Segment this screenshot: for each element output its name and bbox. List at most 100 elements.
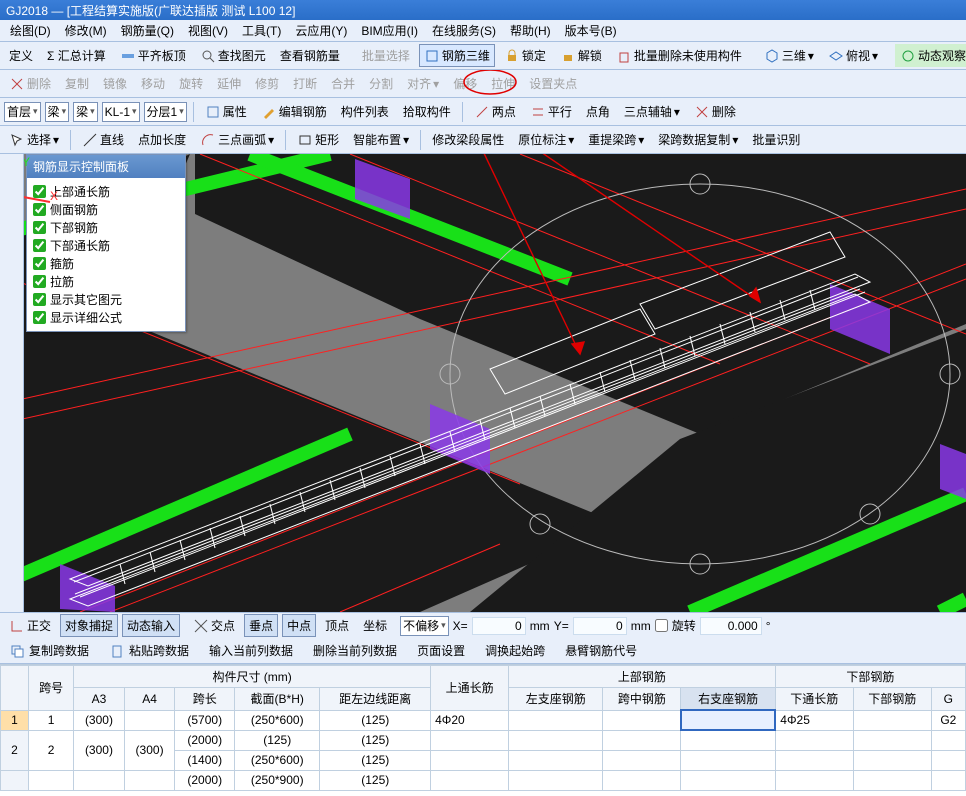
cell[interactable] <box>775 750 853 770</box>
cell[interactable]: (125) <box>320 730 431 750</box>
snap-ortho[interactable]: 正交 <box>4 614 56 637</box>
btn-copy[interactable]: 复制 <box>60 72 94 95</box>
3d-viewport[interactable]: 钢筋显示控制面板 上部通长筋 侧面钢筋 下部钢筋 下部通长筋 箍筋 拉筋 显示其… <box>0 154 966 612</box>
cell[interactable]: 4Φ20 <box>431 710 509 730</box>
btn-batch-del[interactable]: 批量删除未使用构件 <box>611 44 747 67</box>
btn-flat-slab[interactable]: 平齐板顶 <box>115 44 191 67</box>
cell[interactable] <box>603 730 681 750</box>
btn-pick-member[interactable]: 拾取构件 <box>398 100 456 123</box>
btn-line[interactable]: 直线 <box>77 128 129 151</box>
btn-break[interactable]: 打断 <box>288 72 322 95</box>
col-span[interactable]: 跨号 <box>29 666 74 711</box>
row-num[interactable]: 2 <box>1 730 29 770</box>
col-sect[interactable]: 截面(B*H) <box>235 688 320 711</box>
chk-other-ele[interactable]: 显示其它图元 <box>33 291 179 308</box>
btn-parallel[interactable]: 平行 <box>525 100 577 123</box>
toolbar-vertical[interactable] <box>0 154 24 612</box>
btn-offset[interactable]: 偏移 <box>448 72 482 95</box>
btn-ptlen[interactable]: 点加长度 <box>133 128 191 151</box>
cell[interactable] <box>124 770 175 790</box>
menu-view[interactable]: 视图(V) <box>182 20 234 41</box>
snap-perp[interactable]: 垂点 <box>244 614 278 637</box>
btn-input-col[interactable]: 输入当前列数据 <box>204 639 298 662</box>
cell[interactable]: (250*600) <box>235 750 320 770</box>
cell[interactable] <box>775 770 853 790</box>
cell[interactable]: 4Φ25 <box>775 710 853 730</box>
col-a4[interactable]: A4 <box>124 688 175 711</box>
btn-grip[interactable]: 设置夹点 <box>524 72 582 95</box>
col-rightseat[interactable]: 右支座钢筋 <box>681 688 775 711</box>
cell[interactable] <box>431 770 509 790</box>
btn-del-axis[interactable]: 删除 <box>689 100 741 123</box>
btn-merge[interactable]: 合并 <box>326 72 360 95</box>
btn-del-col[interactable]: 删除当前列数据 <box>308 639 402 662</box>
menu-modify[interactable]: 修改(M) <box>59 20 113 41</box>
chk-tie[interactable]: 拉筋 <box>33 273 179 290</box>
btn-mirror[interactable]: 镜像 <box>98 72 132 95</box>
col-midspan[interactable]: 跨中钢筋 <box>603 688 681 711</box>
cell[interactable]: (125) <box>320 750 431 770</box>
btn-lock[interactable]: 锁定 <box>499 44 551 67</box>
cell[interactable]: (2000) <box>175 770 235 790</box>
col-len[interactable]: 跨长 <box>175 688 235 711</box>
cell[interactable] <box>509 770 603 790</box>
btn-stretch[interactable]: 拉伸 <box>486 72 520 95</box>
menu-tools[interactable]: 工具(T) <box>236 20 287 41</box>
cell[interactable]: 1 <box>29 710 74 730</box>
btn-smart[interactable]: 智能布置▾ <box>348 128 414 151</box>
cell[interactable] <box>853 730 931 750</box>
cell[interactable] <box>681 770 775 790</box>
cell[interactable]: (250*600) <box>235 710 320 730</box>
btn-3d[interactable]: 三维▾ <box>759 44 819 67</box>
btn-props[interactable]: 属性 <box>200 100 252 123</box>
menu-version[interactable]: 版本号(B) <box>559 20 623 41</box>
btn-trim[interactable]: 修剪 <box>250 72 284 95</box>
btn-dyn-view[interactable]: 动态观察 <box>895 44 966 67</box>
snap-int[interactable]: 交点 <box>188 614 240 637</box>
btn-edit-rebar[interactable]: 编辑钢筋 <box>256 100 332 123</box>
dd-category[interactable]: 梁▾ <box>45 102 70 122</box>
rot-checkbox[interactable] <box>655 619 668 632</box>
col-botthru[interactable]: 下通长筋 <box>775 688 853 711</box>
menu-draw[interactable]: 绘图(D) <box>4 20 57 41</box>
cell[interactable]: (2000) <box>175 730 235 750</box>
btn-split[interactable]: 分割 <box>364 72 398 95</box>
snap-dynin[interactable]: 动态输入 <box>122 614 180 637</box>
btn-3pt-arc[interactable]: 三点画弧▾ <box>195 128 279 151</box>
dd-layerlevel[interactable]: 分层1▾ <box>144 102 187 122</box>
btn-pt-angle[interactable]: 点角 <box>581 100 615 123</box>
cell[interactable] <box>931 750 965 770</box>
btn-2point[interactable]: 两点 <box>469 100 521 123</box>
btn-define[interactable]: 定义 <box>4 44 38 67</box>
cell[interactable] <box>931 730 965 750</box>
checkbox[interactable] <box>33 221 46 234</box>
cell[interactable] <box>853 770 931 790</box>
menu-bim[interactable]: BIM应用(I) <box>355 20 424 41</box>
snap-osnap[interactable]: 对象捕捉 <box>60 614 118 637</box>
btn-rotate[interactable]: 旋转 <box>174 72 208 95</box>
snap-mid[interactable]: 中点 <box>282 614 316 637</box>
cell[interactable]: (125) <box>235 730 320 750</box>
cell[interactable] <box>931 770 965 790</box>
cell[interactable] <box>853 750 931 770</box>
cell[interactable] <box>431 750 509 770</box>
table-row[interactable]: 2 2 (300) (300) (2000) (125) (125) <box>1 730 966 750</box>
cell[interactable] <box>603 770 681 790</box>
cell[interactable]: (5700) <box>175 710 235 730</box>
btn-unlock[interactable]: 解锁 <box>555 44 607 67</box>
cell[interactable]: (300) <box>74 710 125 730</box>
cell[interactable] <box>431 730 509 750</box>
btn-cantilever[interactable]: 悬臂钢筋代号 <box>560 639 642 662</box>
btn-mod-beam[interactable]: 修改梁段属性 <box>427 128 509 151</box>
cell[interactable]: (125) <box>320 710 431 730</box>
btn-move[interactable]: 移动 <box>136 72 170 95</box>
cell[interactable]: 2 <box>29 730 74 770</box>
cell[interactable] <box>509 750 603 770</box>
cell[interactable] <box>124 710 175 730</box>
cell[interactable] <box>509 710 603 730</box>
cell[interactable]: G2 <box>931 710 965 730</box>
snap-coord[interactable]: 坐标 <box>358 614 392 637</box>
table-row[interactable]: 1 1 (300) (5700) (250*600) (125) 4Φ20 4Φ… <box>1 710 966 730</box>
checkbox[interactable] <box>33 239 46 252</box>
y-input[interactable] <box>573 617 627 635</box>
